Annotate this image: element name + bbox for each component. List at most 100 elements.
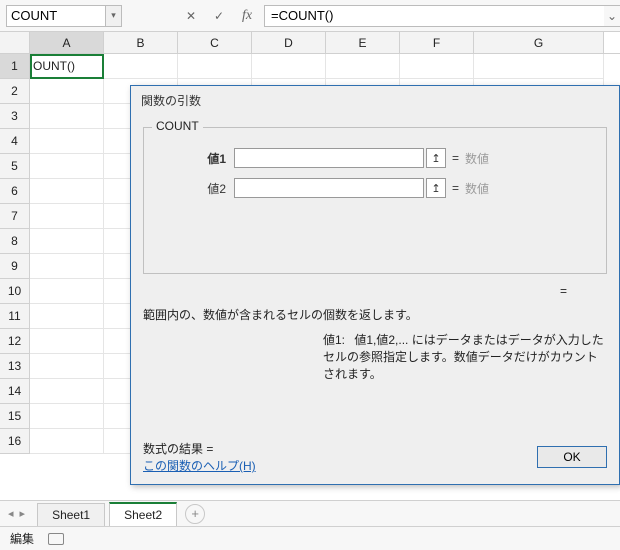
- cell[interactable]: [30, 354, 104, 379]
- cell[interactable]: [252, 54, 326, 79]
- argument-row-1: 値1 ↥ = 数値: [154, 145, 596, 171]
- cell[interactable]: [30, 229, 104, 254]
- function-help-link[interactable]: この関数のヘルプ(H): [143, 459, 256, 473]
- x-icon: ✕: [186, 9, 196, 23]
- select-all-corner[interactable]: [0, 32, 30, 53]
- equals-label: =: [446, 151, 465, 165]
- cancel-formula-button[interactable]: ✕: [182, 7, 200, 25]
- cell[interactable]: [30, 154, 104, 179]
- formula-bar: ▾ ✕ ✓ fx ⌄: [0, 0, 620, 32]
- tab-nav: ◂ ▸: [0, 507, 33, 520]
- row-header[interactable]: 16: [0, 429, 30, 454]
- row-header[interactable]: 10: [0, 279, 30, 304]
- name-box-wrap: ▾: [6, 5, 122, 27]
- column-headers: A B C D E F G: [0, 32, 620, 54]
- range-picker-button[interactable]: ↥: [426, 178, 446, 198]
- row-header[interactable]: 4: [0, 129, 30, 154]
- confirm-formula-button[interactable]: ✓: [210, 7, 228, 25]
- tab-nav-next[interactable]: ▸: [20, 507, 26, 520]
- chevron-down-icon: ▾: [111, 10, 116, 21]
- status-mode: 編集: [10, 530, 34, 547]
- cell[interactable]: [30, 179, 104, 204]
- column-header-D[interactable]: D: [252, 32, 326, 53]
- row-header[interactable]: 8: [0, 229, 30, 254]
- function-arguments-dialog: 関数の引数 COUNT 値1 ↥ = 数値 値2 ↥ = 数値 = 範囲内の、数…: [130, 85, 620, 485]
- collapse-icon: ↥: [431, 182, 440, 195]
- argument-row-2: 値2 ↥ = 数値: [154, 175, 596, 201]
- collapse-icon: ↥: [431, 152, 440, 165]
- sheet-tab-bar: ◂ ▸ Sheet1 Sheet2 +: [0, 500, 620, 526]
- name-box[interactable]: [6, 5, 106, 27]
- column-header-A[interactable]: A: [30, 32, 104, 53]
- cell[interactable]: [474, 54, 604, 79]
- cell[interactable]: [30, 254, 104, 279]
- plus-icon: +: [191, 506, 199, 521]
- cell[interactable]: [30, 329, 104, 354]
- cell[interactable]: [326, 54, 400, 79]
- check-icon: ✓: [214, 9, 224, 23]
- argument-label: 値2: [154, 180, 234, 197]
- row-header[interactable]: 6: [0, 179, 30, 204]
- cell[interactable]: [30, 204, 104, 229]
- macro-record-icon[interactable]: [48, 533, 64, 545]
- result-equals: =: [143, 284, 607, 298]
- column-header-E[interactable]: E: [326, 32, 400, 53]
- ok-button[interactable]: OK: [537, 446, 607, 468]
- row-header[interactable]: 12: [0, 329, 30, 354]
- row-header[interactable]: 15: [0, 404, 30, 429]
- row-header[interactable]: 3: [0, 104, 30, 129]
- dialog-description: = 範囲内の、数値が含まれるセルの個数を返します。 値1: 値1,値2,... …: [143, 284, 607, 382]
- row-header[interactable]: 7: [0, 204, 30, 229]
- param-description: 値1,値2,... にはデータまたはデータが入力したセルの参照指定します。数値デ…: [323, 333, 604, 381]
- formula-bar-buttons: ✕ ✓ fx: [182, 7, 256, 25]
- cell[interactable]: [30, 129, 104, 154]
- row-header[interactable]: 5: [0, 154, 30, 179]
- arguments-groupbox: COUNT 値1 ↥ = 数値 値2 ↥ = 数値: [143, 127, 607, 274]
- row-header[interactable]: 1: [0, 54, 30, 79]
- cell[interactable]: [178, 54, 252, 79]
- sheet-tab-sheet1[interactable]: Sheet1: [37, 503, 105, 526]
- dialog-title: 関数の引数: [131, 86, 619, 115]
- name-box-dropdown[interactable]: ▾: [106, 5, 122, 27]
- formula-result-label: 数式の結果 =: [143, 440, 256, 457]
- fx-icon: fx: [242, 8, 252, 24]
- cell[interactable]: [30, 429, 104, 454]
- cell[interactable]: [30, 104, 104, 129]
- formula-input[interactable]: [264, 5, 604, 27]
- tab-nav-prev[interactable]: ◂: [8, 507, 14, 520]
- argument-hint: 数値: [465, 180, 489, 197]
- sheet-tab-sheet2[interactable]: Sheet2: [109, 502, 177, 527]
- column-header-C[interactable]: C: [178, 32, 252, 53]
- equals-label: =: [446, 181, 465, 195]
- dialog-footer-left: 数式の結果 = この関数のヘルプ(H): [143, 440, 256, 474]
- row-header[interactable]: 9: [0, 254, 30, 279]
- cell[interactable]: [30, 304, 104, 329]
- cell[interactable]: [30, 79, 104, 104]
- row-header[interactable]: 2: [0, 79, 30, 104]
- row-header[interactable]: 13: [0, 354, 30, 379]
- grid-row: 1OUNT(): [0, 54, 620, 79]
- column-header-B[interactable]: B: [104, 32, 178, 53]
- cell[interactable]: [30, 404, 104, 429]
- argument-input-1[interactable]: [234, 148, 424, 168]
- row-header[interactable]: 11: [0, 304, 30, 329]
- insert-function-button[interactable]: fx: [238, 7, 256, 25]
- argument-hint: 数値: [465, 150, 489, 167]
- cell[interactable]: [30, 279, 104, 304]
- status-bar: 編集: [0, 526, 620, 550]
- function-name-label: COUNT: [152, 119, 203, 133]
- column-header-F[interactable]: F: [400, 32, 474, 53]
- chevron-down-icon: ⌄: [607, 9, 617, 23]
- cell[interactable]: OUNT(): [30, 54, 104, 79]
- cell[interactable]: [400, 54, 474, 79]
- cell[interactable]: [104, 54, 178, 79]
- range-picker-button[interactable]: ↥: [426, 148, 446, 168]
- argument-input-2[interactable]: [234, 178, 424, 198]
- cell[interactable]: [30, 379, 104, 404]
- add-sheet-button[interactable]: +: [185, 504, 205, 524]
- column-header-G[interactable]: G: [474, 32, 604, 53]
- formula-expand-button[interactable]: ⌄: [604, 5, 620, 27]
- row-header[interactable]: 14: [0, 379, 30, 404]
- function-description: 範囲内の、数値が含まれるセルの個数を返します。: [143, 306, 607, 323]
- param-name: 値1:: [323, 331, 345, 348]
